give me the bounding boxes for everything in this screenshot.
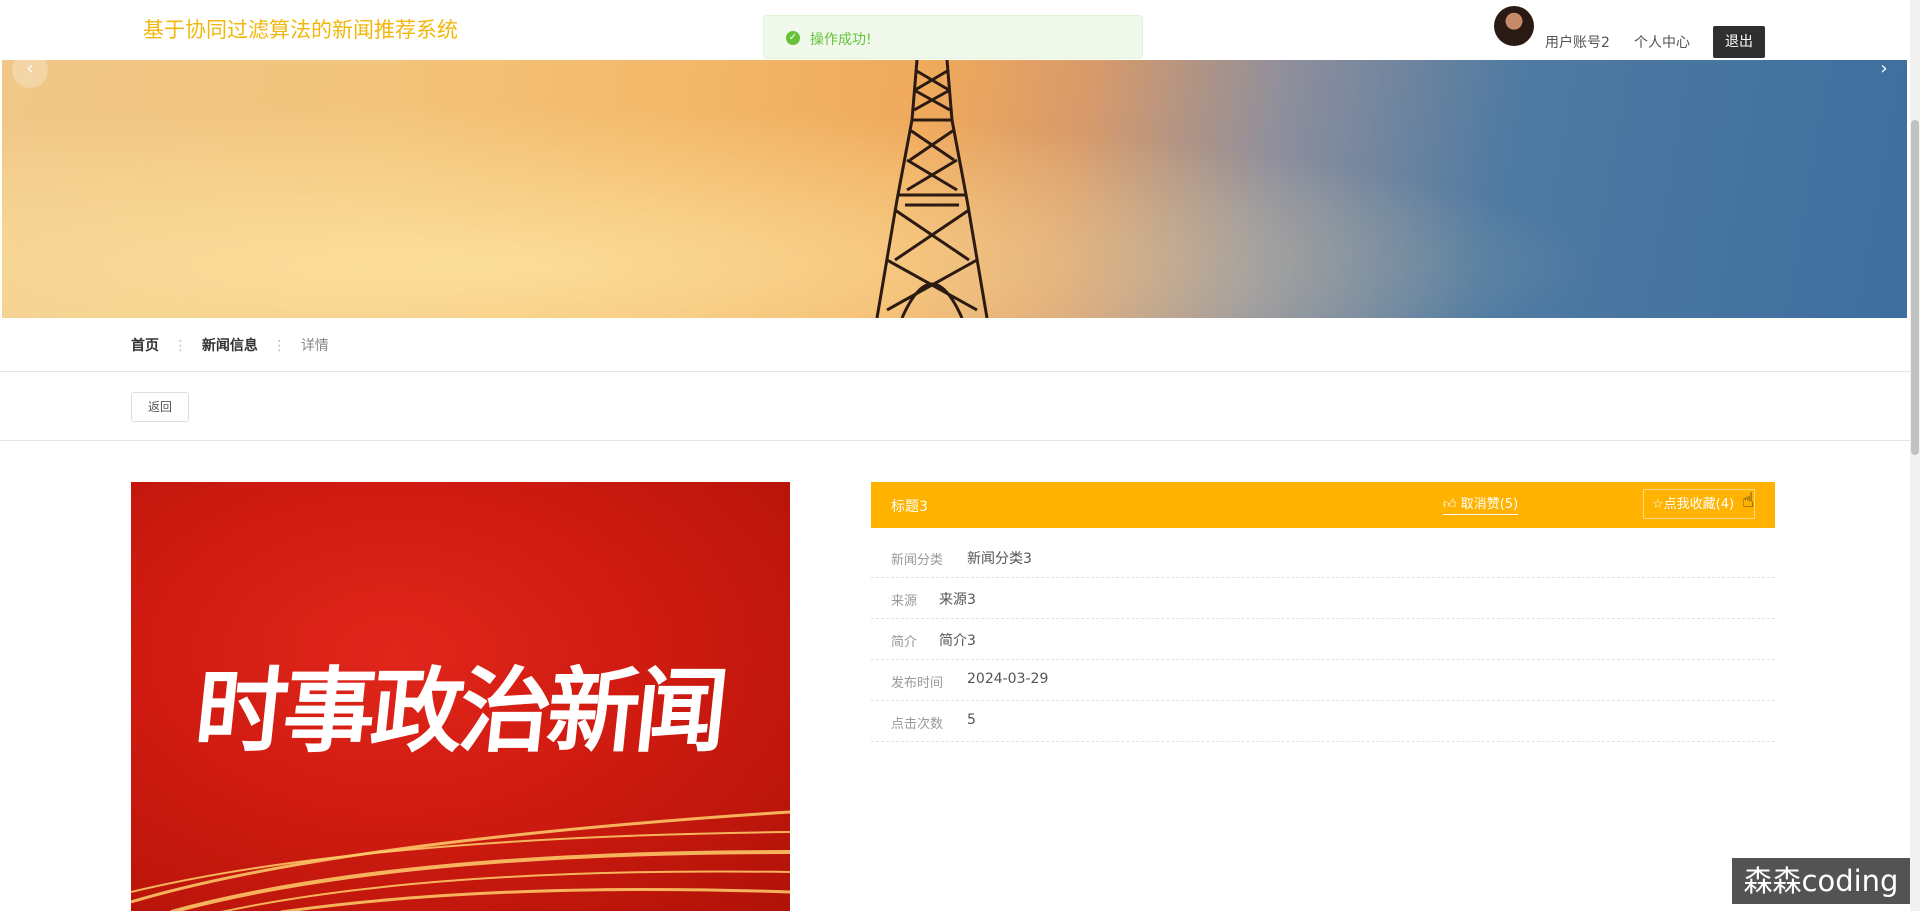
field-label: 点击次数 xyxy=(891,717,944,732)
site-title[interactable]: 基于协同过滤算法的新闻推荐系统 xyxy=(143,14,458,44)
breadcrumb-separator: ⋮ xyxy=(272,338,287,354)
breadcrumb-news[interactable]: 新闻信息 xyxy=(202,338,258,354)
banner-carousel[interactable] xyxy=(2,60,1907,318)
field-label: 来源 xyxy=(891,594,918,609)
user-account-label[interactable]: 用户账号2 xyxy=(1545,32,1610,52)
watermark: 森森coding xyxy=(1732,858,1910,904)
profile-link[interactable]: 个人中心 xyxy=(1634,32,1690,52)
divider xyxy=(0,371,1910,372)
field-row-click-count: 点击次数 5 xyxy=(871,700,1775,742)
eiffel-tower-image xyxy=(875,60,989,318)
favorite-label: 点我收藏(4) xyxy=(1663,497,1735,512)
star-icon: ☆ xyxy=(1652,497,1664,512)
detail-header-bar: 标题3 👍︎ 取消赞(5) ☆点我收藏(4) xyxy=(871,482,1775,528)
thumbs-up-icon: 👍︎ xyxy=(1443,497,1457,512)
toast-message: 操作成功! xyxy=(810,32,872,48)
check-circle-icon: ✓ xyxy=(786,31,800,45)
breadcrumb-current: 详情 xyxy=(300,338,329,354)
breadcrumb: 首页 ⋮ 新闻信息 ⋮ 详情 xyxy=(131,335,339,355)
hand-pointer-icon: ☝ xyxy=(1742,488,1755,512)
success-toast: ✓ 操作成功! xyxy=(763,15,1143,59)
field-row-publish-date: 发布时间 2024-03-29 xyxy=(871,659,1775,701)
gold-swoosh-decoration xyxy=(131,810,790,911)
field-value: 5 xyxy=(967,712,976,728)
page-scrollbar-thumb[interactable] xyxy=(1911,120,1919,455)
field-row-source: 来源 来源3 xyxy=(871,577,1775,619)
favorite-button[interactable]: ☆点我收藏(4) xyxy=(1643,489,1755,519)
field-value: 新闻分类3 xyxy=(967,551,1032,567)
user-avatar[interactable] xyxy=(1494,6,1534,46)
field-row-category: 新闻分类 新闻分类3 xyxy=(871,536,1775,578)
back-button[interactable]: 返回 xyxy=(131,392,189,422)
field-label: 简介 xyxy=(891,635,918,650)
field-label: 新闻分类 xyxy=(891,553,944,568)
news-cover-image: 时事政治新闻 xyxy=(131,482,790,911)
breadcrumb-separator: ⋮ xyxy=(173,338,188,354)
field-value: 来源3 xyxy=(939,592,976,608)
carousel-prev-button[interactable]: ‹ xyxy=(12,52,48,88)
divider xyxy=(0,440,1910,441)
field-label: 发布时间 xyxy=(891,676,944,691)
news-title: 标题3 xyxy=(891,499,928,515)
unlike-button[interactable]: 👍︎ 取消赞(5) xyxy=(1443,493,1519,515)
logout-button[interactable]: 退出 xyxy=(1713,26,1765,58)
breadcrumb-home[interactable]: 首页 xyxy=(131,338,159,354)
field-value: 简介3 xyxy=(939,633,976,649)
unlike-label: 取消赞(5) xyxy=(1460,497,1519,512)
carousel-next-button[interactable]: › xyxy=(1866,52,1902,88)
field-value: 2024-03-29 xyxy=(967,671,1049,687)
field-row-summary: 简介 简介3 xyxy=(871,618,1775,660)
